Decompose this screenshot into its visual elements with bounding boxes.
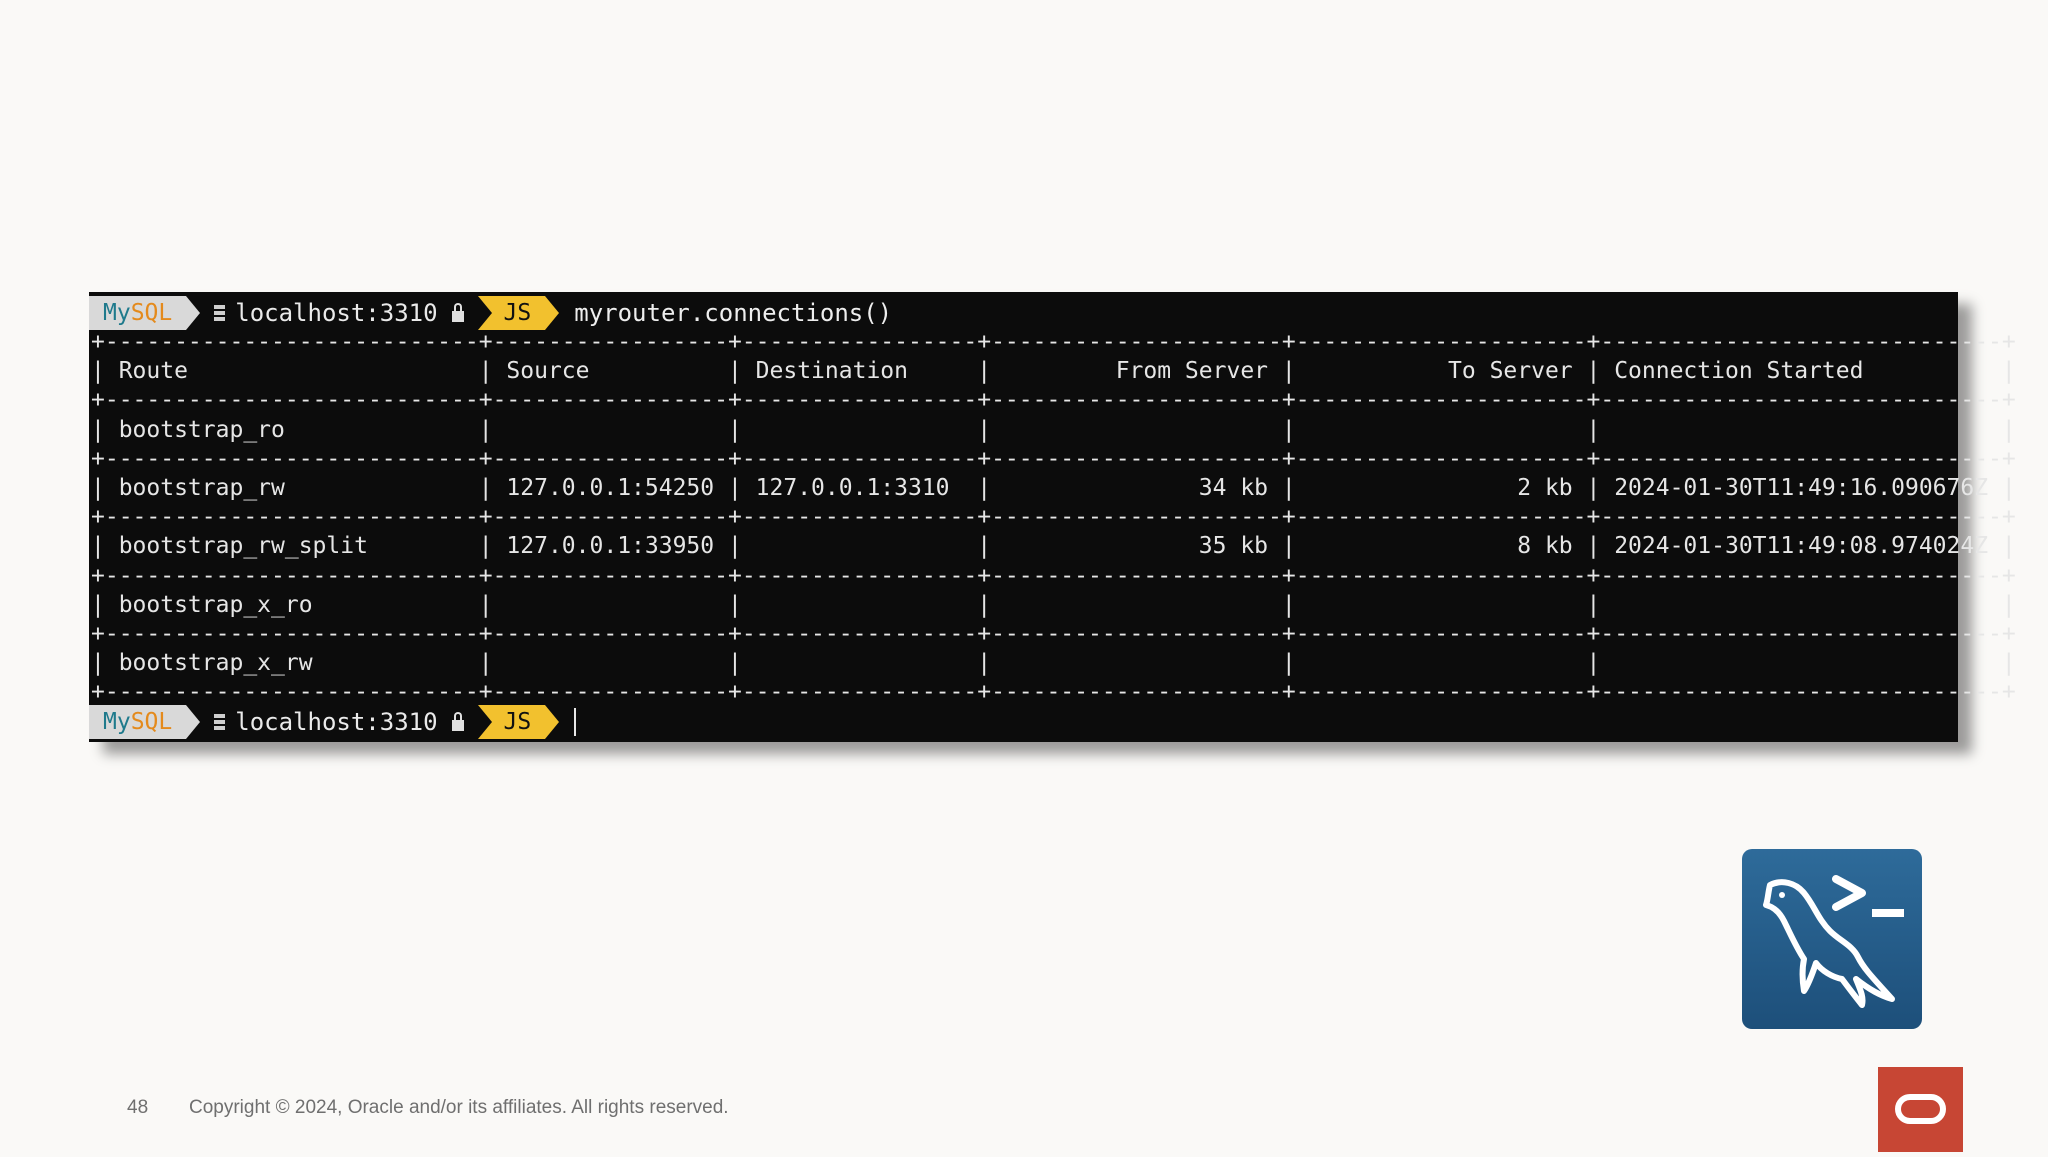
table-header-row: | Route | Source | Destination | From Se…: [91, 358, 2016, 385]
lock-icon: [451, 712, 464, 732]
table-border: +---------------------------+-----------…: [91, 504, 2016, 531]
mysql-shell-logo: [1742, 849, 1922, 1029]
host-label: localhost:3310: [235, 708, 438, 736]
command-text: myrouter.connections(): [574, 299, 893, 327]
js-mode-label: JS: [491, 296, 546, 330]
mysql-my-text: My: [103, 709, 131, 735]
table-border: +---------------------------+-----------…: [91, 562, 2016, 589]
host-label: localhost:3310: [235, 299, 438, 327]
table-border: +---------------------------+-----------…: [91, 679, 2016, 706]
table-row: | bootstrap_rw | 127.0.0.1:54250 | 127.0…: [91, 475, 2016, 502]
table-border: +---------------------------+-----------…: [91, 445, 2016, 472]
js-badge-notch: [477, 705, 492, 739]
prompt-separator: [186, 705, 201, 739]
js-badge-notch: [477, 296, 492, 330]
mysql-badge: MySQL: [89, 705, 187, 739]
text-cursor[interactable]: [574, 708, 577, 736]
dolphin-icon: [1763, 875, 1904, 1008]
copyright-text: Copyright © 2024, Oracle and/or its affi…: [189, 1097, 729, 1118]
oracle-icon: [1895, 1094, 1946, 1124]
mysql-badge: MySQL: [89, 296, 187, 330]
table-row: | bootstrap_rw_split | 127.0.0.1:33950 |…: [91, 533, 2016, 560]
table-border: +---------------------------+-----------…: [91, 387, 2016, 414]
shell-prompt: MySQL localhost:3310 JS myrouter.connect…: [89, 296, 892, 330]
database-icon: [214, 304, 226, 322]
table-row: | bootstrap_x_ro | | | | | |: [91, 591, 2016, 618]
host-segment: localhost:3310: [200, 705, 469, 739]
oracle-logo: [1878, 1067, 1963, 1152]
mysql-sql-text: SQL: [130, 300, 173, 326]
table-row: | bootstrap_ro | | | | | |: [91, 416, 2016, 443]
host-segment: localhost:3310: [200, 296, 469, 330]
terminal-window[interactable]: MySQL localhost:3310 JS myrouter.connect…: [89, 292, 2016, 742]
table-row: | bootstrap_x_rw | | | | | |: [91, 650, 2016, 677]
shell-prompt-active[interactable]: MySQL localhost:3310 JS: [89, 705, 577, 739]
lock-icon: [451, 303, 464, 323]
connections-table: +---------------------------+-----------…: [89, 328, 2016, 708]
js-mode-badge: JS: [477, 705, 560, 739]
page-number: 48: [127, 1097, 149, 1118]
database-icon: [214, 713, 226, 731]
mysql-my-text: My: [103, 300, 131, 326]
table-border: +---------------------------+-----------…: [91, 621, 2016, 648]
js-badge-arrow: [545, 705, 560, 739]
table-border: +---------------------------+-----------…: [91, 329, 2016, 355]
mysql-sql-text: SQL: [130, 709, 173, 735]
js-mode-badge: JS: [477, 296, 560, 330]
prompt-separator: [186, 296, 201, 330]
js-badge-arrow: [545, 296, 560, 330]
js-mode-label: JS: [491, 705, 546, 739]
